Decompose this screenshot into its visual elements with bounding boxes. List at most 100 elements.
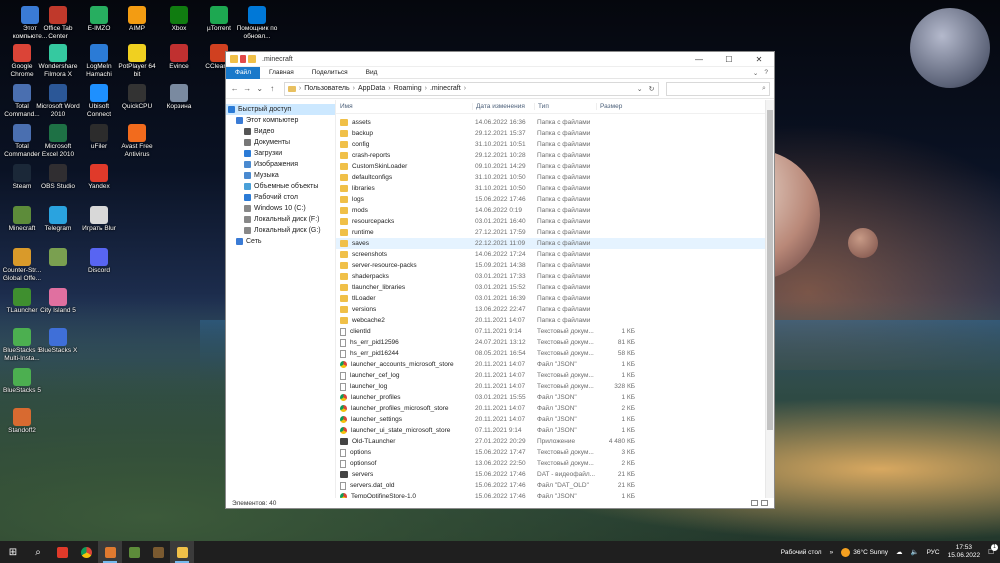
desktop-icon[interactable]: Играть Blur bbox=[77, 206, 121, 233]
file-row[interactable]: screenshots 14.06.2022 17:24 Папка с файла… bbox=[336, 249, 774, 260]
nav-item[interactable]: Локальный диск (G:) bbox=[226, 225, 335, 236]
nav-item[interactable]: Изображения bbox=[226, 159, 335, 170]
taskbar-file-explorer-button[interactable] bbox=[170, 541, 194, 563]
forward-icon[interactable]: → bbox=[242, 84, 251, 93]
file-row[interactable]: crash-reports 29.12.2021 10:28 Папка с фай… bbox=[336, 150, 774, 161]
file-row[interactable]: launcher_cef_log 20.11.2021 14:07 Текстовы… bbox=[336, 370, 774, 381]
desktop-icon[interactable] bbox=[36, 248, 80, 267]
file-row[interactable]: resourcepacks 03.01.2021 16:40 Папка с фай… bbox=[336, 216, 774, 227]
nav-item[interactable]: Windows 10 (C:) bbox=[226, 203, 335, 214]
taskbar-app-orange-button[interactable] bbox=[98, 541, 122, 563]
scrollbar-thumb[interactable] bbox=[767, 110, 773, 430]
desktop-icon[interactable]: Помощник по обновл... bbox=[235, 6, 279, 40]
file-row[interactable]: clientId 07.11.2021 9:14 Текстовый докум..… bbox=[336, 326, 774, 337]
file-row[interactable]: launcher_log 20.11.2021 14:07 Текстовый до… bbox=[336, 381, 774, 392]
file-row[interactable]: tlauncher_libraries 03.01.2021 15:52 Папка… bbox=[336, 282, 774, 293]
file-row[interactable]: config 31.10.2021 10:51 Папка с файлами bbox=[336, 139, 774, 150]
desktop-icon[interactable]: Microsoft Word 2010 bbox=[36, 84, 80, 118]
up-icon[interactable]: ↑ bbox=[267, 84, 276, 93]
desktop-icon[interactable]: QuickCPU bbox=[115, 84, 159, 111]
tab-home[interactable]: Главная bbox=[260, 67, 303, 79]
notification-icon[interactable]: ☐ 1 bbox=[988, 544, 998, 556]
tab-view[interactable]: Вид bbox=[357, 67, 387, 79]
column-type[interactable]: Тип bbox=[534, 103, 596, 110]
properties-icon[interactable] bbox=[240, 55, 246, 63]
new-folder-icon[interactable] bbox=[248, 55, 256, 63]
address-bar[interactable]: › Пользователь › AppData › Roaming › .mi… bbox=[283, 81, 659, 96]
desktop-icon[interactable]: Discord bbox=[77, 248, 121, 275]
nav-item[interactable]: Локальный диск (F:) bbox=[226, 214, 335, 225]
nav-item[interactable]: Этот компьютер bbox=[226, 115, 335, 126]
details-view-icon[interactable] bbox=[751, 500, 758, 506]
desktop-icon[interactable]: Yandex bbox=[77, 164, 121, 191]
taskbar-minecraft-button[interactable] bbox=[122, 541, 146, 563]
windows-start-icon[interactable]: ⊞ bbox=[0, 547, 26, 558]
desktop-icon[interactable]: Evince bbox=[157, 44, 201, 71]
desktop-icon[interactable]: Корзина bbox=[157, 84, 201, 111]
column-date[interactable]: Дата изменения bbox=[472, 103, 534, 110]
back-icon[interactable]: ← bbox=[230, 84, 239, 93]
breadcrumb-user[interactable]: Пользователь bbox=[304, 85, 349, 92]
taskbar-search-button[interactable]: ⌕ bbox=[26, 541, 50, 563]
tab-share[interactable]: Поделиться bbox=[303, 67, 357, 79]
file-row[interactable]: launcher_profiles 03.01.2021 15:55 Файл "J… bbox=[336, 392, 774, 403]
file-row[interactable]: mods 14.06.2022 0:19 Папка с файлами bbox=[336, 205, 774, 216]
tab-file[interactable]: Файл bbox=[226, 66, 260, 79]
desktop-icon[interactable]: Standoff2 bbox=[0, 408, 44, 435]
desktop-icon[interactable]: BlueStacks X bbox=[36, 328, 80, 355]
file-row[interactable]: options 15.06.2022 17:47 Текстовый докум..… bbox=[336, 447, 774, 458]
chevron-down-icon[interactable]: ⌄ bbox=[753, 69, 758, 77]
desktop-icon[interactable]: OBS Studio bbox=[36, 164, 80, 191]
maximize-icon[interactable]: ☐ bbox=[714, 52, 744, 67]
file-row[interactable]: hs_err_pid16244 08.05.2021 16:54 Текстовый… bbox=[336, 348, 774, 359]
file-row[interactable]: defaultconfigs 31.10.2021 10:50 Папка с фа… bbox=[336, 172, 774, 183]
nav-item[interactable]: Сеть bbox=[226, 236, 335, 247]
nav-item[interactable]: Загрузки bbox=[226, 148, 335, 159]
breadcrumb-minecraft[interactable]: .minecraft bbox=[430, 85, 461, 92]
refresh-icon[interactable]: ↻ bbox=[649, 85, 655, 93]
volume-icon[interactable]: 🔈 bbox=[911, 548, 919, 556]
taskbar-chrome-button[interactable] bbox=[74, 541, 98, 563]
column-name[interactable]: Имя bbox=[336, 103, 472, 110]
file-row[interactable]: versions 13.06.2022 22:47 Папка с файлами bbox=[336, 304, 774, 315]
file-row[interactable]: webcache2 20.11.2021 14:07 Папка с файлами bbox=[336, 315, 774, 326]
file-row[interactable]: launcher_accounts_microsoft_store 20.11.2… bbox=[336, 359, 774, 370]
file-row[interactable]: CustomSkinLoader 09.10.2021 14:29 Папка с … bbox=[336, 161, 774, 172]
desktop-icon[interactable]: PotPlayer 64 bit bbox=[115, 44, 159, 78]
desktop-toolbar-label[interactable]: Рабочий стол bbox=[781, 549, 822, 556]
file-row[interactable]: saves 22.12.2021 11:09 Папка с файлами bbox=[336, 238, 774, 249]
minimize-icon[interactable]: — bbox=[684, 52, 714, 67]
desktop-icon[interactable]: City Island 5 bbox=[36, 288, 80, 315]
file-row[interactable]: backup 29.12.2021 15:37 Папка с файлами bbox=[336, 128, 774, 139]
desktop-icon[interactable]: Xbox bbox=[157, 6, 201, 33]
language-indicator[interactable]: РУС bbox=[927, 549, 940, 556]
scrollbar[interactable] bbox=[765, 100, 774, 498]
file-row[interactable]: launcher_profiles_microsoft_store 20.11.2… bbox=[336, 403, 774, 414]
nav-item[interactable]: Рабочий стол bbox=[226, 192, 335, 203]
weather-text[interactable]: 36°C Sunny bbox=[853, 549, 888, 556]
file-row[interactable]: tlLoader 03.01.2021 16:39 Папка с файлами bbox=[336, 293, 774, 304]
file-row[interactable]: servers 15.06.2022 17:46 DAT - видеофайл..… bbox=[336, 469, 774, 480]
search-input[interactable]: ⌕ bbox=[665, 81, 770, 96]
nav-item[interactable]: Музыка bbox=[226, 170, 335, 181]
desktop-icon[interactable]: Microsoft Excel 2010 bbox=[36, 124, 80, 158]
taskbar-tlauncher-button[interactable] bbox=[146, 541, 170, 563]
tray-chevron-icon[interactable]: » bbox=[830, 549, 834, 556]
file-row[interactable]: libraries 31.10.2021 10:50 Папка с файлами bbox=[336, 183, 774, 194]
help-icon[interactable]: ? bbox=[764, 69, 768, 77]
nav-item[interactable]: Документы bbox=[226, 137, 335, 148]
chevron-down-icon[interactable]: ⌄ bbox=[637, 85, 643, 93]
column-size[interactable]: Размер bbox=[596, 103, 638, 110]
desktop-icon[interactable]: Avast Free Antivirus bbox=[115, 124, 159, 158]
breadcrumb-roaming[interactable]: Roaming bbox=[394, 85, 422, 92]
file-row[interactable]: Old-TLauncher 27.01.2022 20:29 Приложение 4… bbox=[336, 436, 774, 447]
title-bar[interactable]: .minecraft — ☐ ✕ bbox=[226, 52, 774, 67]
file-row[interactable]: launcher_ui_state_microsoft_store 07.11.2… bbox=[336, 425, 774, 436]
file-row[interactable]: server-resource-packs 15.09.2021 14:38 Пап… bbox=[336, 260, 774, 271]
file-row[interactable]: TempOptifineStore-1.0 15.06.2022 17:46 Фай… bbox=[336, 491, 774, 498]
file-row[interactable]: runtime 27.12.2021 17:59 Папка с файлами bbox=[336, 227, 774, 238]
nav-item[interactable]: Быстрый доступ bbox=[226, 104, 335, 115]
recent-chevron-icon[interactable]: ⌄ bbox=[255, 84, 264, 93]
file-row[interactable]: assets 14.06.2022 16:36 Папка с файлами bbox=[336, 117, 774, 128]
desktop-icon[interactable]: Wondershare Filmora X bbox=[36, 44, 80, 78]
